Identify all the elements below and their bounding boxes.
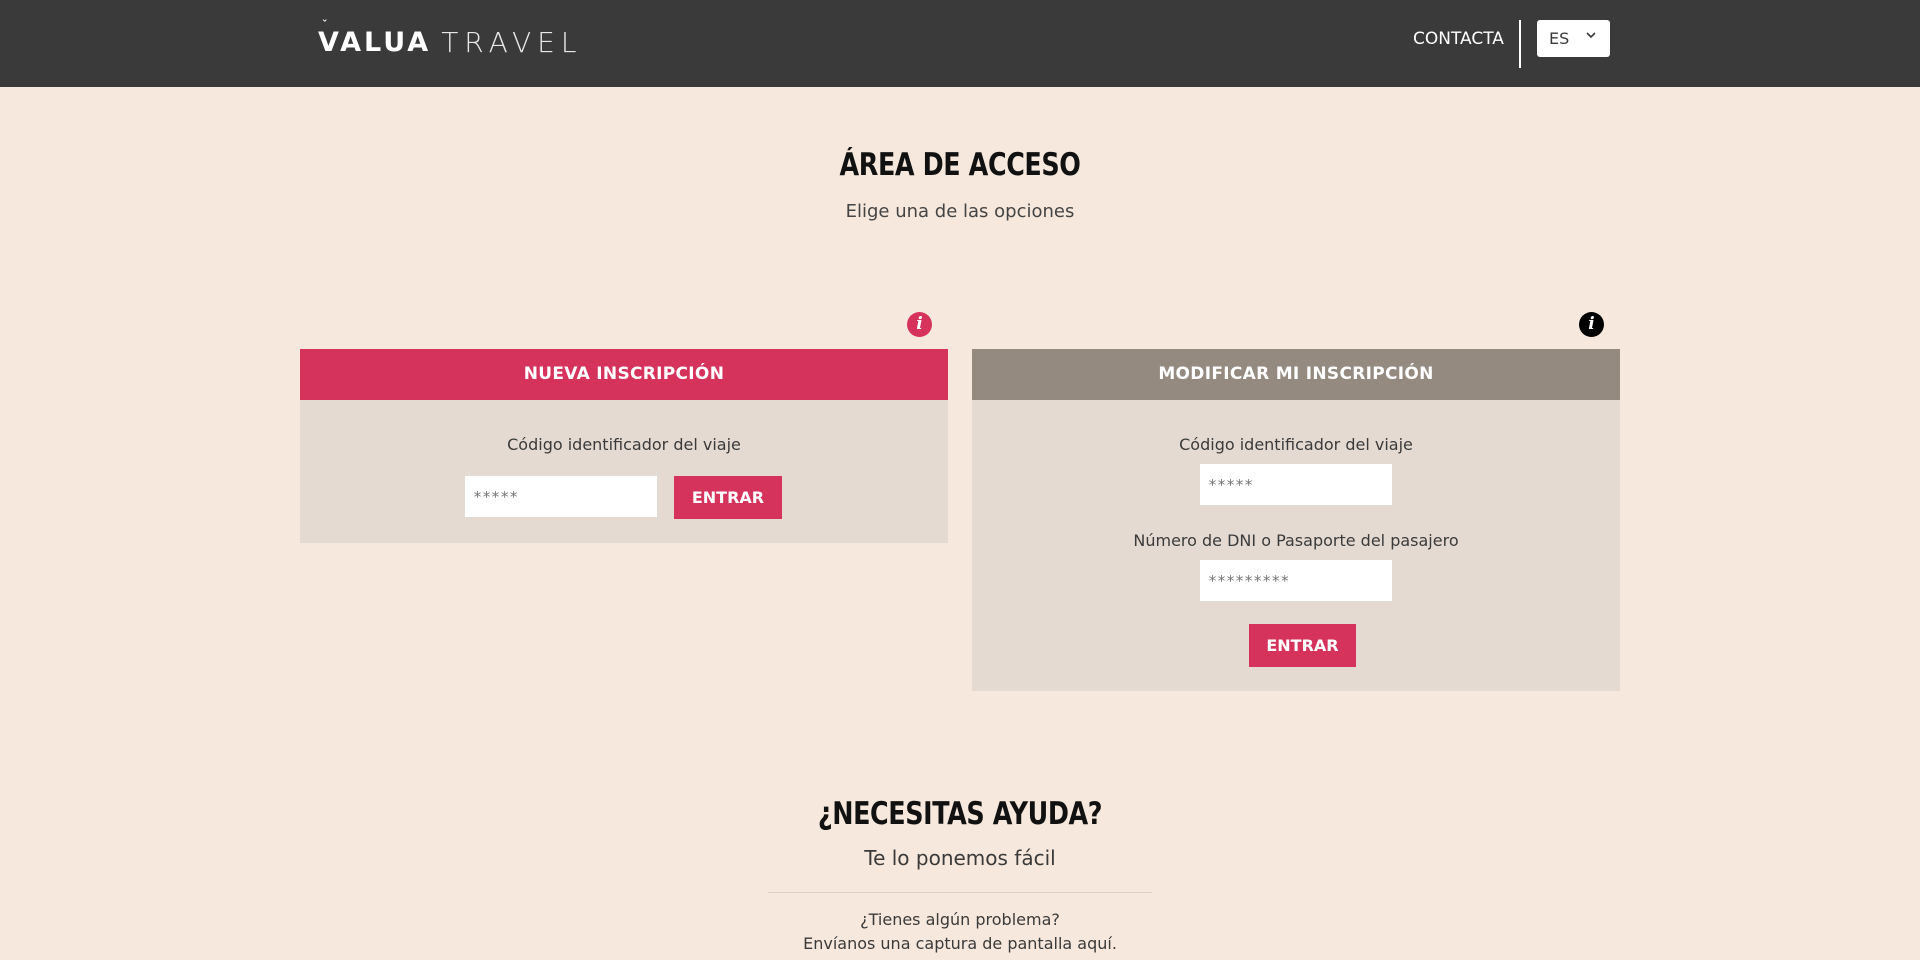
trip-code-label: Código identificador del viaje <box>1179 435 1413 454</box>
contact-link[interactable]: CONTACTA <box>1413 29 1504 49</box>
language-value: ES <box>1549 29 1570 48</box>
enter-button[interactable]: ENTRAR <box>674 476 782 519</box>
top-navbar: ˇ VALUA TRAVEL CONTACTA ES <box>0 0 1920 87</box>
help-screenshot-link[interactable]: Envíanos una captura de pantalla aquí. <box>0 934 1920 953</box>
new-registration-title: NUEVA INSCRIPCIÓN <box>300 349 948 400</box>
info-icon[interactable]: i <box>1579 312 1604 337</box>
language-select[interactable]: ES <box>1537 20 1610 57</box>
info-icon[interactable]: i <box>907 312 932 337</box>
new-registration-card: NUEVA INSCRIPCIÓN Código identificador d… <box>300 349 948 543</box>
help-subtitle: Te lo ponemos fácil <box>864 846 1056 870</box>
passenger-id-input[interactable] <box>1200 560 1392 601</box>
logo-main-text: ˇ VALUA <box>318 18 432 58</box>
logo-main-label: VALUA <box>318 26 432 58</box>
logo-sub-text: TRAVEL <box>441 25 583 59</box>
help-title: ¿NECESITAS AYUDA? <box>817 796 1103 832</box>
modify-registration-title: MODIFICAR MI INSCRIPCIÓN <box>972 349 1620 400</box>
chevron-down-icon <box>1586 32 1596 39</box>
header-divider <box>1519 20 1521 68</box>
enter-button[interactable]: ENTRAR <box>1249 624 1356 667</box>
passenger-id-label: Número de DNI o Pasaporte del pasajero <box>1133 531 1459 550</box>
logo-caret-icon: ˇ <box>322 17 331 31</box>
help-divider <box>768 892 1152 893</box>
help-problem-text: ¿Tienes algún problema? <box>860 910 1060 929</box>
trip-code-input[interactable] <box>1200 464 1392 505</box>
page-subtitle: Elige una de las opciones <box>845 201 1075 222</box>
trip-code-input[interactable] <box>465 476 657 517</box>
page-title: ÁREA DE ACCESO <box>839 147 1081 183</box>
modify-registration-card: MODIFICAR MI INSCRIPCIÓN Código identifi… <box>972 349 1620 691</box>
valua-travel-logo[interactable]: ˇ VALUA TRAVEL <box>318 18 583 60</box>
trip-code-label: Código identificador del viaje <box>507 435 741 454</box>
